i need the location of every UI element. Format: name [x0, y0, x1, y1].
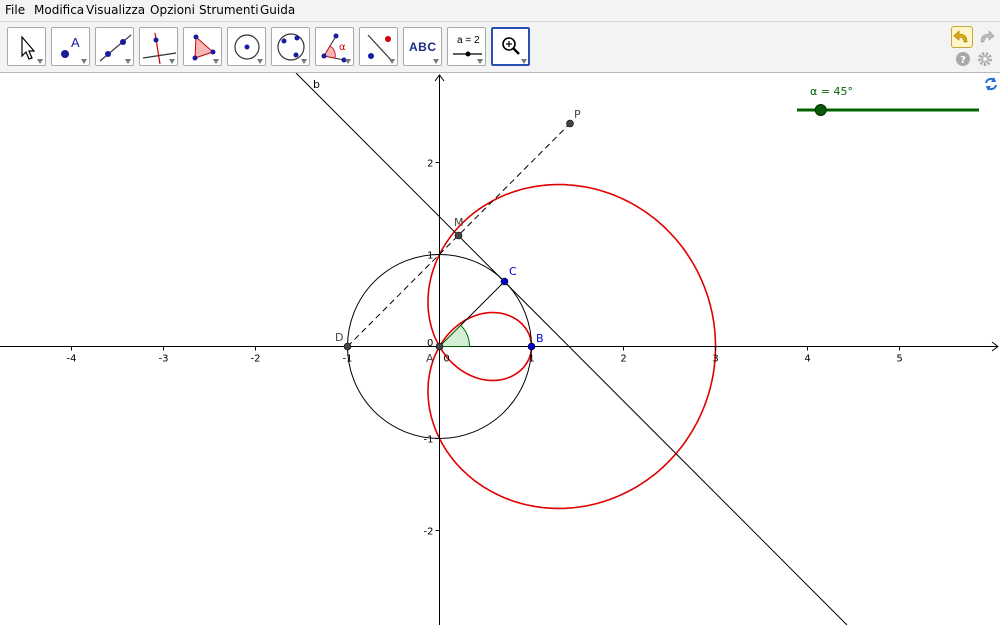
- svg-text:α: α: [339, 42, 346, 53]
- point-a[interactable]: [435, 342, 444, 351]
- help-button[interactable]: ?: [955, 51, 971, 67]
- redo-icon: [980, 30, 995, 43]
- point-p-label: P: [574, 108, 581, 121]
- point-b[interactable]: [527, 342, 536, 351]
- perpendicular-tool-button[interactable]: [139, 27, 178, 66]
- y-tick-label: -2: [424, 527, 434, 538]
- polygon-tool-button[interactable]: [183, 27, 222, 66]
- x-tick-label: -4: [67, 354, 77, 365]
- point-b-label: B: [536, 332, 544, 345]
- menu-file[interactable]: File: [5, 3, 25, 17]
- alpha-slider-label: α = 45°: [810, 85, 853, 98]
- menu-visualizza[interactable]: Visualizza: [86, 3, 145, 17]
- text-tool-label: ABC: [409, 40, 437, 54]
- svg-text:?: ?: [960, 55, 966, 66]
- slider-tool-button[interactable]: a = 2: [447, 27, 486, 66]
- menu-guida[interactable]: Guida: [260, 3, 295, 17]
- conic-tool-button[interactable]: [271, 27, 310, 66]
- x-tick-label: -2: [251, 354, 261, 365]
- svg-text:A: A: [71, 35, 80, 50]
- y-tick-label: 2: [427, 159, 433, 170]
- help-icon: ?: [956, 52, 970, 66]
- point-p[interactable]: [566, 119, 574, 128]
- undo-icon: [953, 30, 968, 43]
- y-tick-label: -1: [424, 435, 434, 446]
- text-tool-button[interactable]: ABC: [403, 27, 442, 66]
- menu-opzioni[interactable]: Opzioni: [150, 3, 195, 17]
- line-b: [295, 73, 848, 625]
- menu-bar: File Modifica Visualizza Opzioni Strumen…: [0, 0, 1000, 22]
- line-tool-button[interactable]: [95, 27, 134, 66]
- line-b-label: b: [313, 78, 320, 91]
- point-d[interactable]: [343, 342, 352, 351]
- x-tick-label: 4: [804, 354, 810, 365]
- point-c-label: C: [509, 265, 517, 278]
- angle-tool-button[interactable]: α: [315, 27, 354, 66]
- point-c[interactable]: [500, 277, 509, 286]
- undo-button[interactable]: [951, 26, 973, 48]
- gear-icon: [978, 52, 992, 66]
- y-tick-label: 1: [427, 251, 433, 262]
- menu-strumenti[interactable]: Strumenti: [199, 3, 259, 17]
- alpha-slider[interactable]: [797, 104, 979, 116]
- zoom-tool-button[interactable]: [491, 27, 530, 66]
- slider-knob[interactable]: [814, 104, 827, 116]
- move-tool-button[interactable]: [7, 27, 46, 66]
- x-tick-label: 5: [896, 354, 902, 365]
- point-m[interactable]: [454, 231, 463, 240]
- settings-button[interactable]: [977, 51, 993, 67]
- x-axis-ticks: -4 -3 -2 -1 0 1 2 3 4 5: [67, 346, 903, 365]
- graphics-view[interactable]: -4 -3 -2 -1 0 1 2 3 4 5 21-1-2 b A 0 B C D M P: [0, 73, 1000, 625]
- point-a-label: A: [426, 352, 434, 365]
- x-tick-label: 0: [443, 354, 449, 365]
- toolbar: A α ABC a = 2 ?: [0, 22, 1000, 73]
- point-d-label: D: [335, 331, 343, 344]
- menu-modifica[interactable]: Modifica: [34, 3, 84, 17]
- refresh-icon[interactable]: [985, 77, 997, 91]
- x-tick-label: 2: [620, 354, 626, 365]
- redo-button[interactable]: [976, 26, 998, 48]
- circle-tool-button[interactable]: [227, 27, 266, 66]
- point-m-label: M: [454, 216, 464, 229]
- point-tool-button[interactable]: A: [51, 27, 90, 66]
- reflect-tool-button[interactable]: [359, 27, 398, 66]
- x-tick-label: 3: [712, 354, 718, 365]
- x-axis: [0, 341, 999, 352]
- origin-label: 0: [427, 338, 433, 349]
- x-tick-label: -3: [159, 354, 169, 365]
